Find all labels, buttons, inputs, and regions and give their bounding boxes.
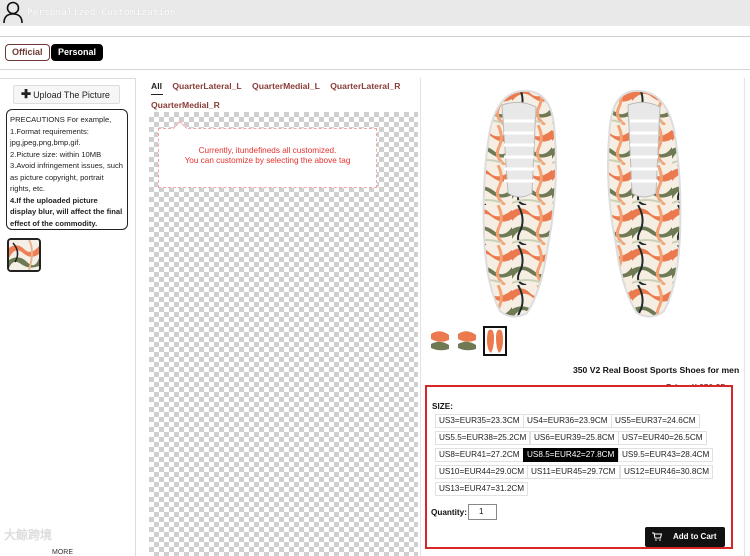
tab-quartermedial-l[interactable]: QuarterMedial_L <box>252 81 320 91</box>
plus-icon: ✚ <box>21 87 32 101</box>
uploaded-picture-thumbnail[interactable] <box>7 238 41 272</box>
upload-picture-button[interactable]: ✚ Upload The Picture <box>13 85 120 104</box>
size-option[interactable]: US7=EUR40=26.5CM <box>618 431 707 445</box>
tip-line: Currently, itundefineds all customized. <box>198 146 337 155</box>
add-to-cart-label: Add to Cart <box>673 532 717 541</box>
thumbnail-view-2[interactable] <box>456 326 478 354</box>
tab-quartermedial-r[interactable]: QuarterMedial_R <box>151 100 220 110</box>
size-option[interactable]: US8=EUR41=27.2CM <box>435 448 524 462</box>
size-option[interactable]: US3=EUR35=23.3CM <box>435 414 524 428</box>
tab-all[interactable]: All <box>151 81 162 91</box>
user-icon[interactable] <box>2 0 24 24</box>
watermark-logo: 大鲸跨境 <box>4 528 53 542</box>
cart-icon <box>652 532 662 541</box>
precaution-line: 1.Format requirements: <box>10 126 89 136</box>
more-link[interactable]: MORE <box>52 549 73 556</box>
divider <box>420 78 421 556</box>
precaution-line: jpg,jpeg,png,bmp,gif. <box>10 138 81 147</box>
customize-tip: Currently, itundefineds all customized. … <box>158 120 377 188</box>
tab-quarterlateral-r[interactable]: QuarterLateral_R <box>330 81 400 91</box>
tab-official[interactable]: Official <box>5 44 50 61</box>
size-option[interactable]: US12=EUR46=30.8CM <box>620 465 714 479</box>
upload-panel: ✚ Upload The Picture PRECAUTIONS For exam… <box>0 78 136 556</box>
top-bar: Personalized Customization <box>0 0 750 26</box>
size-option[interactable]: US4=EUR36=23.9CM <box>523 414 612 428</box>
add-to-cart-button[interactable]: Add to Cart <box>645 527 725 547</box>
product-preview-image <box>432 85 732 321</box>
precaution-warning: 4.If the uploaded picture display blur, … <box>10 195 123 228</box>
size-option[interactable]: US6=EUR39=25.8CM <box>530 431 619 445</box>
page-title: Personalized Customization <box>27 8 176 18</box>
upload-label: Upload The Picture <box>33 90 110 100</box>
divider <box>0 36 750 37</box>
design-canvas[interactable]: Currently, itundefineds all customized. … <box>149 112 418 556</box>
size-label: SIZE: <box>432 402 453 411</box>
size-option[interactable]: US13=EUR47=31.2CM <box>435 482 529 496</box>
tip-line: You can customize by selecting the above… <box>184 156 351 165</box>
size-option[interactable]: US11=EUR45=29.7CM <box>527 465 620 479</box>
size-option[interactable]: US5=EUR37=24.6CM <box>611 414 700 428</box>
design-area: All QuarterLateral_L QuarterMedial_L Qua… <box>142 78 420 556</box>
size-option[interactable]: US9.5=EUR43=28.4CM <box>618 448 714 462</box>
precaution-line: PRECAUTIONS For example, <box>10 115 112 124</box>
size-option[interactable]: US10=EUR44=29.0CM <box>435 465 529 479</box>
product-title: 350 V2 Real Boost Sports Shoes for men <box>573 365 740 375</box>
part-tabs: All QuarterLateral_L QuarterMedial_L Qua… <box>151 81 408 110</box>
tab-quarterlateral-l[interactable]: QuarterLateral_L <box>172 81 241 91</box>
quantity-label: Quantity: <box>431 508 467 517</box>
precaution-line: as picture copyright, portrait <box>10 172 104 182</box>
precaution-line: 2.Picture size: within 10MB <box>10 149 102 159</box>
precautions-box: PRECAUTIONS For example, 1.Format requir… <box>6 109 128 230</box>
tip-arrow <box>172 120 188 136</box>
precaution-line: 3.Avoid infringement issues, such <box>10 161 123 170</box>
tab-personal[interactable]: Personal <box>51 44 104 61</box>
divider <box>0 69 750 70</box>
thumbnail-view-3[interactable] <box>483 326 507 356</box>
thumbnail-view-1[interactable] <box>429 326 451 354</box>
size-option-selected[interactable]: US8.5=EUR42=27.8CM <box>523 448 619 462</box>
active-tab-indicator <box>151 94 163 95</box>
quantity-input[interactable]: 1 <box>468 504 497 520</box>
divider <box>744 78 745 556</box>
precaution-line: rights, etc. <box>10 184 46 193</box>
size-option[interactable]: US5.5=EUR38=25.2CM <box>435 431 531 445</box>
